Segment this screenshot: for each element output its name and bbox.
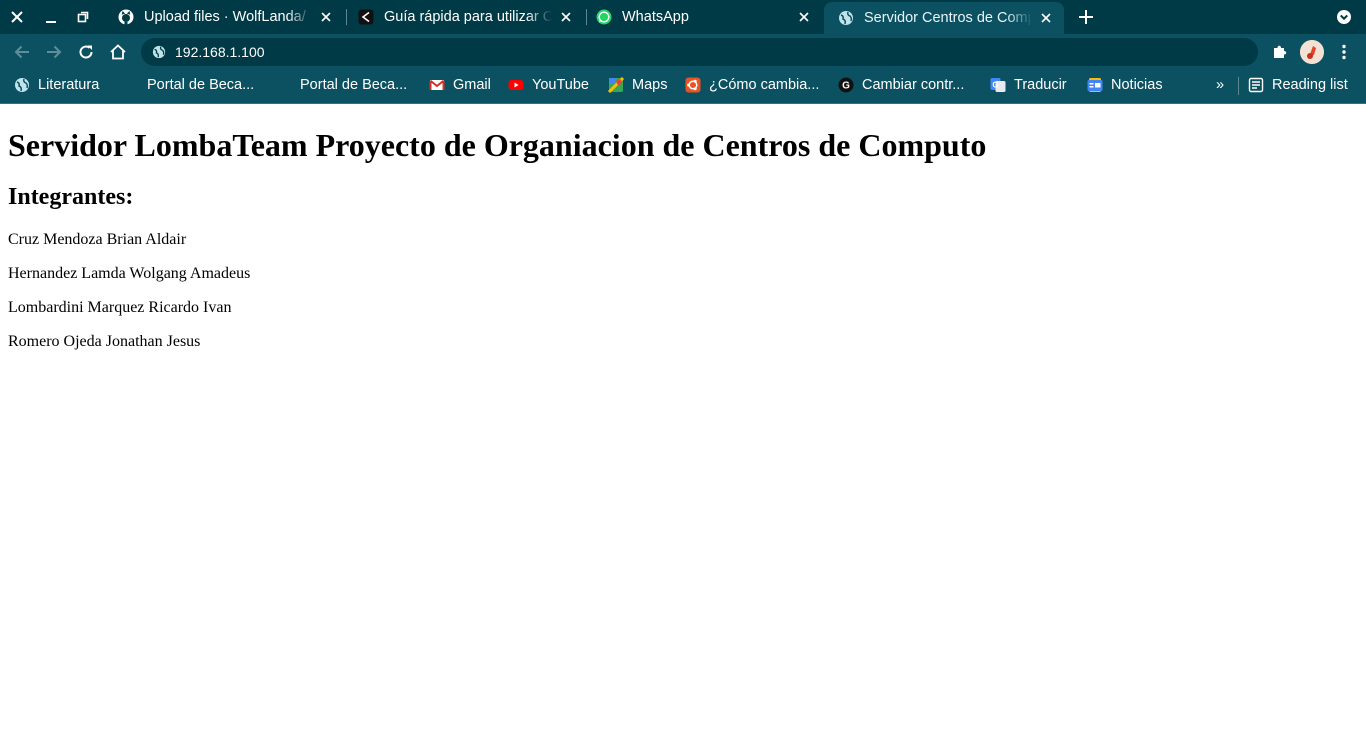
tab-strip: Upload files · WolfLanda/ Guía rápida pa… (0, 0, 1366, 34)
window-minimize-button[interactable] (36, 0, 66, 34)
bookmark-portal-becas-2[interactable]: Portal de Beca... (276, 70, 407, 100)
globe-icon (838, 10, 854, 26)
tab-title: WhatsApp (622, 9, 689, 25)
tab-close-button[interactable] (556, 7, 576, 27)
page-title: Servidor LombaTeam Proyecto de Organiaci… (8, 127, 987, 163)
reload-icon (79, 45, 93, 59)
svg-text:G: G (842, 81, 850, 92)
bookmark-label: Gmail (453, 77, 491, 93)
tab-servidor-centros[interactable]: Servidor Centros de Comp (824, 2, 1064, 34)
tab-title: Upload files · WolfLanda/ (144, 9, 306, 25)
moon-icon (123, 77, 139, 93)
back-button[interactable] (8, 38, 36, 66)
svg-text:G: G (992, 81, 998, 90)
arrow-right-icon (47, 45, 62, 59)
puzzle-icon (1274, 45, 1287, 58)
tab-close-button[interactable] (1036, 8, 1056, 28)
ubuntu-icon (685, 77, 701, 93)
forward-button[interactable] (40, 38, 68, 66)
bookmark-label: YouTube (532, 77, 589, 93)
bookmark-youtube[interactable]: YouTube (508, 70, 589, 100)
bookmark-como-cambiar[interactable]: ¿Cómo cambia... (685, 70, 819, 100)
news-icon (1087, 77, 1103, 93)
address-bar[interactable]: 192.168.1.100 (141, 38, 1258, 66)
window-restore-button[interactable] (68, 0, 98, 34)
github-icon (118, 9, 134, 25)
tab-title: Servidor Centros de Comp (864, 10, 1032, 26)
reading-list-button[interactable]: Reading list (1248, 70, 1348, 100)
bookmarks-divider (1238, 77, 1239, 95)
whatsapp-icon (596, 9, 612, 25)
extensions-button[interactable] (1266, 38, 1294, 66)
close-icon (11, 11, 23, 23)
globe-icon (14, 77, 30, 93)
bookmark-label: Portal de Beca... (147, 77, 255, 93)
window-close-button[interactable] (2, 0, 32, 34)
bookmark-cambiar-contrasena[interactable]: G Cambiar contr... (838, 70, 964, 100)
reading-list-label: Reading list (1272, 77, 1348, 93)
tab-close-button[interactable] (316, 7, 336, 27)
member-name: Hernandez Lamda Wolgang Amadeus (8, 265, 251, 282)
bookmarks-bar: Literatura Portal de Beca... Portal de B… (0, 70, 1366, 104)
bookmark-literatura[interactable]: Literatura (14, 70, 99, 100)
home-button[interactable] (104, 38, 132, 66)
bookmark-gmail[interactable]: Gmail (429, 70, 491, 100)
member-name: Lombardini Marquez Ricardo Ivan (8, 299, 232, 316)
maps-icon (608, 77, 624, 93)
close-icon (321, 12, 331, 22)
arrow-left-icon (14, 45, 29, 59)
home-icon (110, 44, 126, 60)
chevron-double-right-icon: » (1216, 77, 1225, 93)
close-icon (561, 12, 571, 22)
bookmark-label: Noticias (1111, 77, 1163, 93)
share-icon (358, 9, 374, 25)
chevron-down-icon (1337, 10, 1351, 24)
bookmark-maps[interactable]: Maps (608, 70, 667, 100)
gmail-icon (429, 77, 445, 93)
tab-close-button[interactable] (794, 7, 814, 27)
bookmark-label: ¿Cómo cambia... (709, 77, 820, 93)
translate-icon: G (990, 77, 1006, 93)
tab-upload-files[interactable]: Upload files · WolfLanda/ (104, 0, 344, 34)
url-text[interactable]: 192.168.1.100 (175, 44, 265, 60)
new-tab-button[interactable] (1074, 5, 1098, 29)
menu-button[interactable] (1330, 38, 1358, 66)
tab-guia-rapida[interactable]: Guía rápida para utilizar C (344, 0, 584, 34)
tab-title: Guía rápida para utilizar C (384, 9, 552, 25)
moon-icon (276, 77, 292, 93)
restore-icon (77, 11, 89, 23)
reading-list-icon (1248, 77, 1264, 93)
page-content: Servidor LombaTeam Proyecto de Organiaci… (0, 104, 1366, 743)
bookmark-label: Portal de Beca... (300, 77, 408, 93)
bookmark-label: Literatura (38, 77, 100, 93)
bookmark-noticias[interactable]: Noticias (1087, 70, 1163, 100)
close-icon (799, 12, 809, 22)
avatar-icon (1300, 40, 1324, 64)
bookmark-label: Cambiar contr... (862, 77, 965, 93)
globe-icon[interactable] (151, 44, 167, 60)
minimize-icon (46, 21, 56, 23)
kebab-menu-icon (1342, 44, 1346, 60)
bookmarks-overflow-button[interactable]: » (1216, 70, 1224, 100)
member-name: Cruz Mendoza Brian Aldair (8, 231, 187, 248)
youtube-icon (508, 77, 524, 93)
bookmark-portal-becas-1[interactable]: Portal de Beca... (123, 70, 254, 100)
member-name: Romero Ojeda Jonathan Jesus (8, 333, 201, 350)
bookmark-label: Traducir (1014, 77, 1067, 93)
profile-avatar[interactable] (1300, 40, 1324, 64)
browser-toolbar: 192.168.1.100 (0, 34, 1366, 70)
reload-button[interactable] (72, 38, 100, 66)
close-icon (1041, 13, 1051, 23)
g-icon: G (838, 77, 854, 93)
tab-whatsapp[interactable]: WhatsApp (582, 0, 822, 34)
plus-icon (1079, 10, 1093, 24)
members-heading: Integrantes: (8, 184, 134, 210)
tab-search-button[interactable] (1332, 5, 1356, 29)
bookmark-label: Maps (632, 77, 668, 93)
bookmark-traducir[interactable]: G Traducir (990, 70, 1067, 100)
